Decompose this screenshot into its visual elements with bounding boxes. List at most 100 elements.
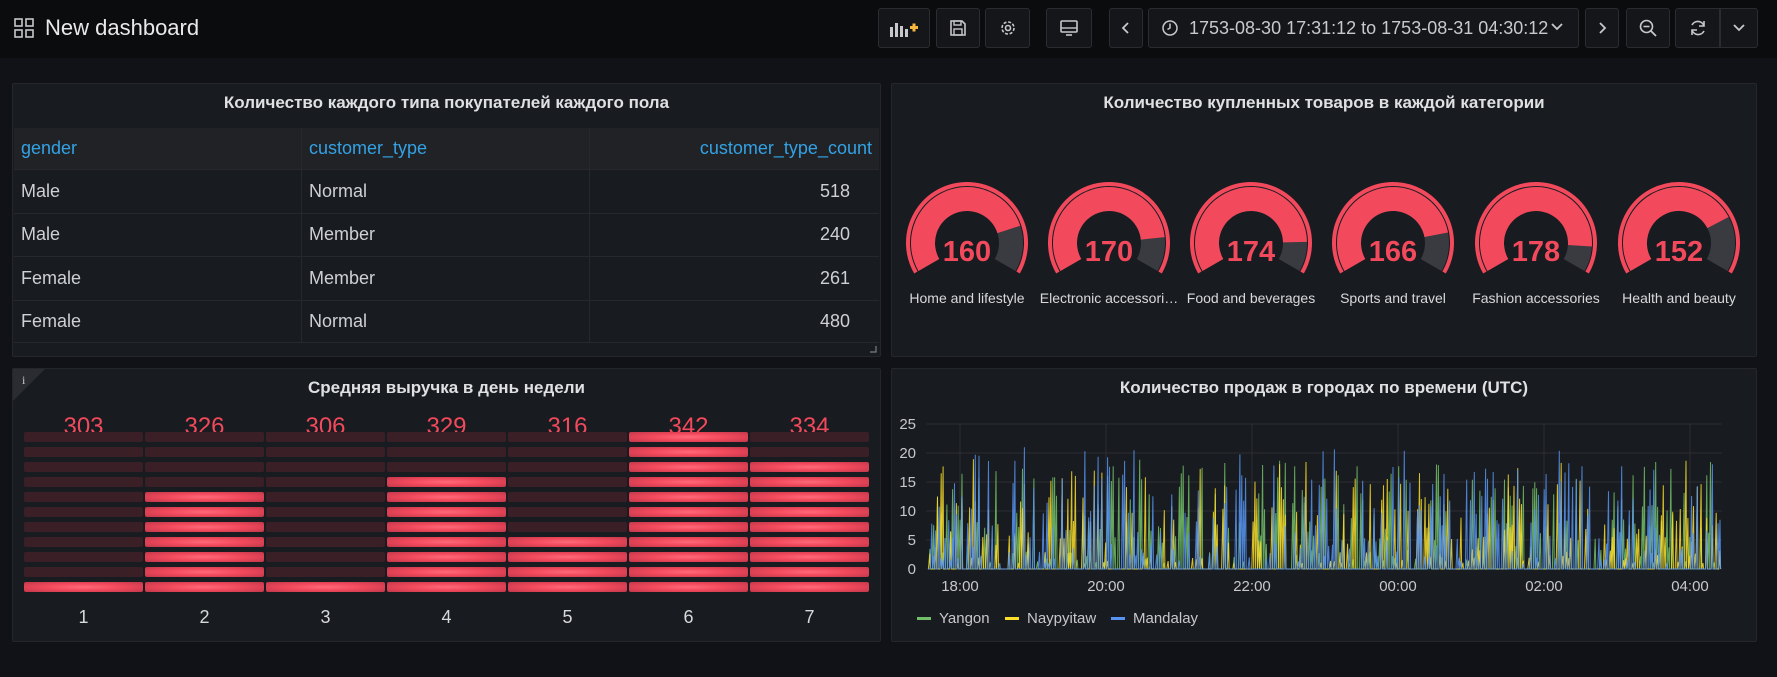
table-cell: 240 — [819, 224, 850, 245]
bar-segment — [24, 476, 143, 487]
bar-segment — [24, 446, 143, 457]
gauge-value: 152 — [1654, 236, 1704, 268]
bar-segment — [508, 521, 627, 532]
legend-label: Naypyitaw — [1027, 610, 1097, 627]
bar-segment — [508, 476, 627, 487]
refresh-icon — [1690, 20, 1705, 36]
bar-label: 3 — [320, 607, 331, 627]
table-cell: 261 — [819, 267, 850, 288]
y-tick-label: 20 — [899, 445, 916, 462]
gauge-value: 166 — [1368, 236, 1418, 268]
column-header-customer-type[interactable]: customer_type — [302, 128, 590, 169]
table-cell: Female — [14, 257, 302, 300]
refresh-interval-button[interactable] — [1720, 8, 1758, 48]
grid-icon[interactable] — [14, 18, 34, 38]
bar-segment — [508, 446, 627, 457]
bar-segment — [750, 536, 869, 547]
zoom-out-button[interactable] — [1626, 8, 1670, 48]
gauge-value: 160 — [942, 236, 992, 268]
bar-segment — [24, 581, 143, 592]
bar-segment — [750, 491, 869, 502]
table-cell: Male — [14, 170, 302, 213]
add-panel-button[interactable] — [878, 8, 930, 48]
gauge-arc — [1618, 182, 1740, 274]
bar-segment — [750, 551, 869, 562]
bar-segment — [629, 551, 748, 562]
settings-icon — [1000, 21, 1015, 35]
bar-segment — [266, 476, 385, 487]
bar-label: 5 — [562, 607, 573, 627]
table-row: Male Normal 518 — [14, 169, 879, 213]
bar-label: 4 — [441, 607, 452, 627]
legend-item[interactable]: Naypyitaw — [1005, 610, 1096, 627]
legend-label: Yangon — [939, 610, 990, 627]
legend-item[interactable]: Mandalay — [1111, 610, 1198, 627]
bar-segment — [750, 506, 869, 517]
bar-segment — [266, 536, 385, 547]
table-cell: Member — [302, 213, 590, 256]
bar-segment — [24, 506, 143, 517]
gauge-label: Health and beauty — [1622, 290, 1736, 306]
x-tick-label: 18:00 — [941, 578, 979, 595]
tv-mode-button[interactable] — [1046, 8, 1092, 48]
bar-segment — [629, 446, 748, 457]
bar-segment — [24, 566, 143, 577]
panel-title[interactable]: Количество купленных товаров в каждой ка… — [892, 93, 1756, 113]
settings-button[interactable] — [985, 8, 1030, 48]
bar-segment — [266, 431, 385, 442]
bar-segment — [750, 566, 869, 577]
bar-segment — [24, 551, 143, 562]
table-cell: Normal — [302, 170, 590, 213]
table-row: Female Member 261 — [14, 256, 879, 300]
bar-segment — [145, 476, 264, 487]
bar-segment — [508, 506, 627, 517]
x-tick-label: 04:00 — [1671, 578, 1709, 595]
bar-segment — [750, 461, 869, 472]
time-range-text: 1753-08-30 17:31:12 to 1753-08-31 04:30:… — [1189, 17, 1549, 38]
bar-segment — [508, 461, 627, 472]
column-header-gender[interactable]: gender — [14, 128, 302, 169]
gauge-value: 178 — [1511, 236, 1561, 268]
bar-segment — [266, 566, 385, 577]
x-tick-label: 02:00 — [1525, 578, 1563, 595]
legend-swatch — [917, 617, 931, 620]
gauge: 160 Home and lifestyle — [902, 180, 1032, 306]
bar-segment — [750, 431, 869, 442]
bar-segment — [508, 566, 627, 577]
gauge-arc — [1190, 182, 1312, 274]
bar-segment — [145, 581, 264, 592]
time-shift-forward-button[interactable] — [1585, 8, 1619, 48]
y-tick-label: 10 — [899, 503, 916, 520]
gauge-label: Home and lifestyle — [909, 290, 1025, 306]
gauge-label: Electronic accessori… — [1039, 290, 1179, 306]
x-tick-label: 00:00 — [1379, 578, 1417, 595]
zoom-out-icon — [1639, 19, 1657, 37]
refresh-button[interactable] — [1675, 8, 1720, 48]
bar-segment — [629, 506, 748, 517]
table-cell: Normal — [302, 300, 590, 342]
y-tick-label: 5 — [908, 532, 916, 549]
bar-segment — [387, 491, 506, 502]
gauge-label: Fashion accessories — [1472, 290, 1600, 306]
top-navbar: New dashboard 1753-08-30 17:31:12 to 175… — [0, 0, 1777, 58]
time-shift-back-button[interactable] — [1109, 8, 1143, 48]
bar-segment — [508, 431, 627, 442]
bar-segment — [629, 431, 748, 442]
panel-title[interactable]: Количество каждого типа покупателей кажд… — [13, 93, 880, 113]
save-button[interactable] — [936, 8, 980, 48]
bar-segment — [629, 461, 748, 472]
timeseries-chart[interactable]: 0 5 10 15 20 25 18:00 20:00 22:00 00:00 02:00 04:00 — [891, 368, 1757, 642]
bar-segment — [750, 446, 869, 457]
legend-item[interactable]: Yangon — [917, 610, 990, 627]
resize-handle-icon[interactable] — [869, 345, 877, 353]
time-range-picker[interactable]: 1753-08-30 17:31:12 to 1753-08-31 04:30:… — [1148, 8, 1579, 48]
column-header-customer-type-count[interactable]: customer_type_count — [590, 128, 879, 169]
panel-title[interactable]: Средняя выручка в день недели — [13, 378, 880, 398]
bar-segment — [145, 566, 264, 577]
gauge: 174 Food and beverages — [1186, 180, 1316, 306]
page-title[interactable]: New dashboard — [45, 15, 199, 41]
legend-swatch — [1111, 617, 1125, 620]
table-cell: Female — [14, 300, 302, 342]
table-panel: Количество каждого типа покупателей кажд… — [12, 83, 881, 357]
bar-segment — [266, 581, 385, 592]
